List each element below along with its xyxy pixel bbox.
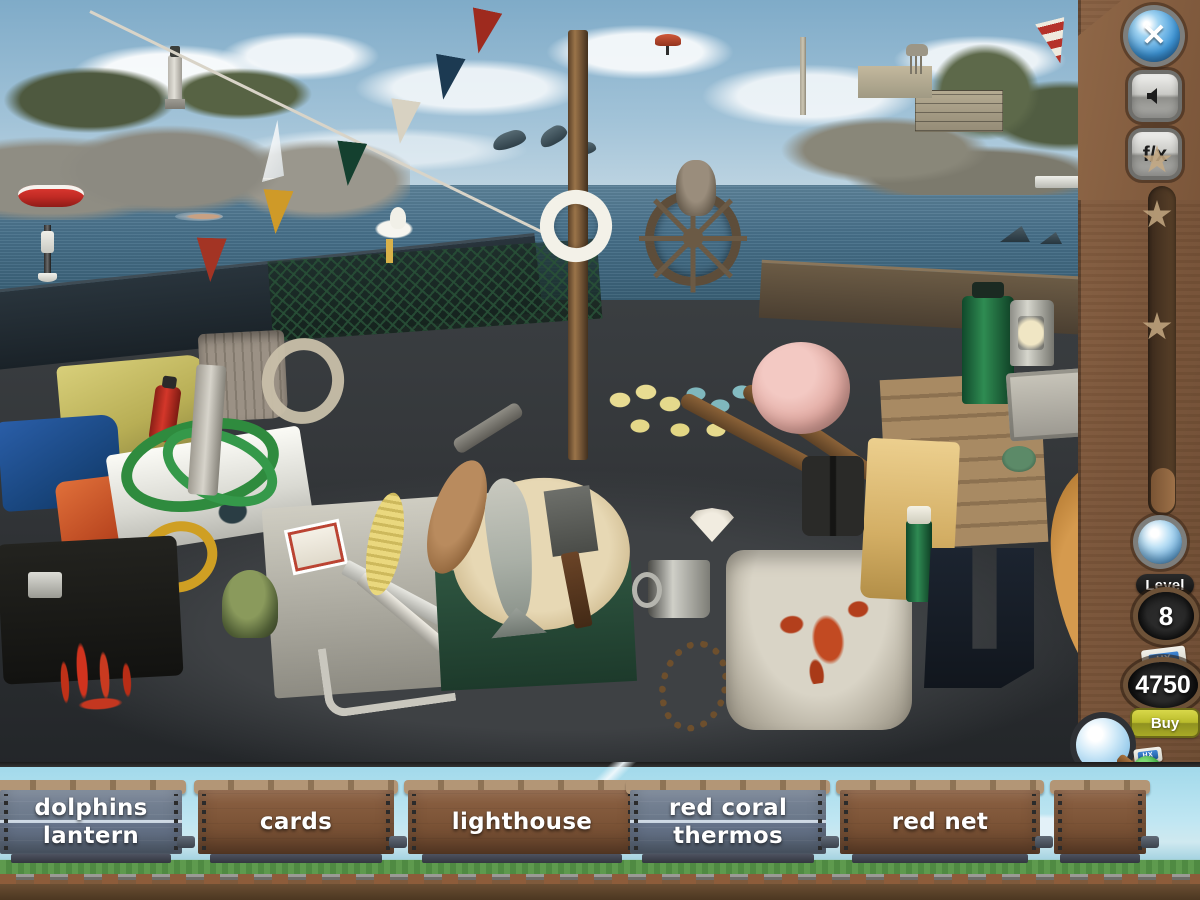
- pink-buoy[interactable]: [752, 342, 850, 434]
- binoculars[interactable]: [802, 456, 864, 536]
- car-word-list: [1054, 790, 1146, 854]
- object-word[interactable]: red net: [892, 809, 988, 835]
- speaker-icon: [1147, 88, 1157, 104]
- water-tower: [906, 44, 928, 74]
- blue-gem-button[interactable]: [1138, 520, 1182, 564]
- game-screen: ✕ f/x Level 8 HX 4750 Buy HX 3 ? 13: [0, 0, 1200, 900]
- object-list-bar: dolphins lantern cards lighthouse red coral t…: [0, 762, 1200, 900]
- flag: [464, 7, 502, 56]
- dirt-strip: [0, 884, 1200, 900]
- bag-clasp: [28, 572, 62, 598]
- object-word[interactable]: lighthouse: [452, 809, 592, 835]
- red-coral-object[interactable]: [38, 616, 156, 720]
- train-car: red net: [836, 780, 1053, 864]
- seagull[interactable]: [360, 195, 430, 263]
- object-word[interactable]: dolphins: [34, 795, 147, 821]
- car-word-list: lighthouse: [408, 790, 636, 854]
- car-undercarriage: [1059, 854, 1141, 863]
- close-button[interactable]: ✕: [1128, 10, 1180, 62]
- lantern-object[interactable]: [1010, 300, 1054, 366]
- level-progress-bar: [1148, 186, 1176, 516]
- metal-mug[interactable]: [632, 560, 710, 618]
- diving-helmet[interactable]: [222, 570, 278, 638]
- car-word-list: red net: [840, 790, 1040, 854]
- train-car: lighthouse: [404, 780, 649, 864]
- close-icon: ✕: [1141, 19, 1167, 52]
- train-car: [1050, 780, 1159, 864]
- level-value-text: 8: [1158, 600, 1174, 631]
- level-value-badge: 8: [1138, 592, 1194, 640]
- progress-fill: [1151, 467, 1175, 513]
- train-car: red coral thermos: [626, 780, 839, 864]
- score-value: 4750: [1135, 670, 1191, 699]
- train-car: cards: [194, 780, 407, 864]
- bunting-line: [89, 10, 559, 241]
- turtle-figurine[interactable]: [1002, 446, 1036, 472]
- bunting-flags: [0, 0, 600, 300]
- cleaver[interactable]: [543, 485, 599, 557]
- car-word-list: cards: [198, 790, 394, 854]
- lobster[interactable]: [772, 589, 880, 689]
- car-undercarriage: [641, 854, 815, 863]
- flag: [333, 141, 367, 188]
- monkey[interactable]: [676, 160, 716, 216]
- hidden-object-scene[interactable]: [0, 0, 1200, 770]
- car-undercarriage: [852, 854, 1028, 863]
- paraglider: [655, 34, 681, 55]
- score-badge: 4750: [1128, 662, 1198, 708]
- buy-button[interactable]: Buy: [1132, 710, 1198, 736]
- flashlight[interactable]: [906, 506, 932, 602]
- car-undercarriage: [10, 854, 172, 863]
- train-car: dolphins lantern: [0, 780, 195, 864]
- buy-label: Buy: [1150, 714, 1180, 732]
- object-word[interactable]: thermos: [673, 823, 783, 849]
- smokestack: [800, 37, 806, 115]
- flag: [385, 98, 421, 146]
- car-undercarriage: [421, 854, 623, 863]
- level-label-text: Level: [1145, 576, 1185, 594]
- car-undercarriage: [209, 854, 383, 863]
- object-word[interactable]: red coral: [669, 795, 787, 821]
- object-word[interactable]: lantern: [43, 823, 139, 849]
- object-word[interactable]: cards: [260, 809, 332, 835]
- flag: [195, 237, 227, 282]
- car-word-list: dolphins lantern: [0, 790, 182, 854]
- car-word-list: red coral thermos: [630, 790, 826, 854]
- flag: [428, 54, 465, 103]
- sound-button[interactable]: [1132, 74, 1178, 118]
- flag: [261, 189, 294, 235]
